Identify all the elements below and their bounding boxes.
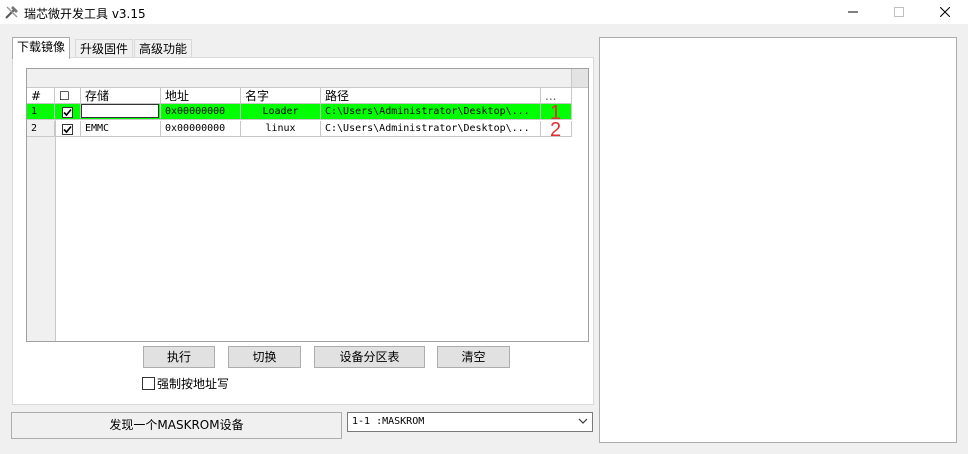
- maximize-button[interactable]: [876, 0, 922, 24]
- col-name-header: 名字: [241, 88, 321, 104]
- tab-advanced[interactable]: 高级功能: [134, 39, 193, 58]
- storage-edit-field[interactable]: [81, 104, 159, 118]
- row-path[interactable]: C:\Users\Administrator\Desktop\...: [321, 104, 541, 120]
- maximize-icon: [894, 7, 904, 17]
- checkbox-box[interactable]: [142, 377, 155, 390]
- tools-icon: [5, 6, 18, 19]
- table-row[interactable]: 2 EMMC 0x00000000 linux C:\Users\Adminis…: [27, 121, 572, 137]
- table-header: # ☐ 存储 地址 名字 路径 ...: [27, 88, 572, 104]
- window-title: 瑞芯微开发工具 v3.15: [24, 7, 146, 21]
- col-storage-header: 存储: [81, 88, 161, 104]
- row-name[interactable]: linux: [241, 121, 321, 137]
- row-address[interactable]: 0x00000000: [161, 104, 241, 120]
- tab-upgrade-firmware[interactable]: 升级固件: [75, 39, 134, 58]
- row-index: 1: [27, 104, 55, 120]
- image-table: # ☐ 存储 地址 名字 路径 ... 1 0x00000000 Loader …: [26, 68, 589, 342]
- log-output-panel[interactable]: [599, 37, 957, 443]
- col-path-header: 路径: [321, 88, 541, 104]
- chevron-down-icon: [578, 418, 588, 424]
- minimize-icon: [848, 11, 858, 13]
- row-checkbox[interactable]: [55, 121, 81, 137]
- force-address-write-checkbox[interactable]: 强制按地址写: [142, 376, 229, 392]
- run-button[interactable]: 执行: [143, 346, 215, 368]
- table-row[interactable]: 1 0x00000000 Loader C:\Users\Administrat…: [27, 104, 572, 120]
- annotation-number: 2: [550, 119, 562, 141]
- force-address-write-label: 强制按地址写: [157, 377, 230, 391]
- clear-button[interactable]: 清空: [437, 346, 510, 368]
- switch-button[interactable]: 切换: [228, 346, 301, 368]
- device-select[interactable]: 1-1 :MASKROM: [347, 412, 593, 432]
- row-address[interactable]: 0x00000000: [161, 121, 241, 137]
- checkmark-icon: [63, 125, 72, 134]
- col-check-header[interactable]: ☐: [55, 88, 81, 104]
- row-storage[interactable]: EMMC: [81, 121, 161, 137]
- col-index-header: #: [27, 88, 55, 104]
- close-button[interactable]: [922, 0, 968, 24]
- row-path[interactable]: C:\Users\Administrator\Desktop\...: [321, 121, 541, 137]
- row-name[interactable]: Loader: [241, 104, 321, 120]
- table-top-bar: [27, 69, 588, 88]
- row-checkbox[interactable]: [55, 104, 81, 120]
- title-bar: 瑞芯微开发工具 v3.15: [0, 0, 968, 24]
- partition-table-button[interactable]: 设备分区表: [314, 346, 425, 368]
- row-storage-cell[interactable]: [81, 104, 161, 120]
- status-message: 发现一个MASKROM设备: [11, 412, 342, 439]
- col-address-header: 地址: [161, 88, 241, 104]
- row-index: 2: [27, 121, 55, 137]
- close-icon: [940, 7, 950, 17]
- minimize-button[interactable]: [830, 0, 876, 24]
- device-select-value: 1-1 :MASKROM: [352, 416, 425, 427]
- checkmark-icon: [63, 108, 72, 117]
- tab-download-image[interactable]: 下载镜像: [12, 37, 71, 59]
